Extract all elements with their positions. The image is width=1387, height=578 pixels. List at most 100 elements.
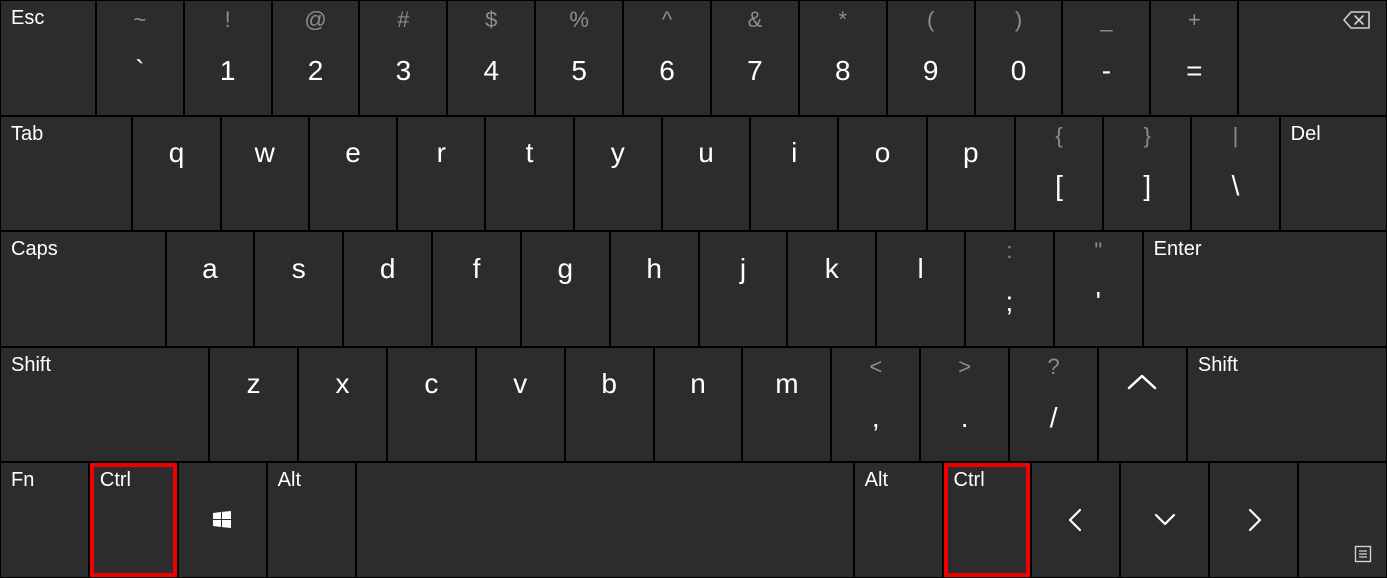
- key-v[interactable]: v: [477, 348, 564, 462]
- key-p[interactable]: p: [928, 117, 1014, 231]
- key-letter-label: g: [557, 253, 573, 285]
- key-3[interactable]: #3: [360, 1, 446, 115]
- key-upper-label: @: [304, 7, 326, 33]
- key-1[interactable]: !1: [185, 1, 271, 115]
- key-shift-left[interactable]: Shift: [1, 348, 208, 462]
- key-backspace[interactable]: [1239, 1, 1386, 115]
- key-f[interactable]: f: [433, 232, 520, 346]
- key-9[interactable]: (9: [888, 1, 974, 115]
- key-alt-left[interactable]: Alt: [268, 463, 355, 577]
- key-upper-label: !: [225, 7, 231, 33]
- key-4[interactable]: $4: [448, 1, 534, 115]
- key-backtick[interactable]: ~`: [97, 1, 183, 115]
- key-z[interactable]: z: [210, 348, 297, 462]
- up-arrow-icon: [1125, 371, 1159, 393]
- key-letter-label: w: [255, 137, 275, 169]
- key-space[interactable]: [357, 463, 853, 577]
- key-d[interactable]: d: [344, 232, 431, 346]
- key-ctrl-left[interactable]: Ctrl: [90, 463, 177, 577]
- key-bracket-close[interactable]: }]: [1104, 117, 1190, 231]
- key-upper-label: >: [958, 354, 971, 380]
- key-semicolon[interactable]: :;: [966, 232, 1053, 346]
- key-quote[interactable]: "': [1055, 232, 1142, 346]
- key-letter-label: d: [380, 253, 396, 285]
- key-m[interactable]: m: [743, 348, 830, 462]
- key-bracket-open[interactable]: {[: [1016, 117, 1102, 231]
- key-upper-label: _: [1100, 7, 1112, 33]
- key-label: Del: [1291, 123, 1321, 146]
- key-5[interactable]: %5: [536, 1, 622, 115]
- key-r[interactable]: r: [398, 117, 484, 231]
- on-screen-keyboard: Esc~`!1@2#3$4%5^6&7*8(9)0_-+=Tabqwertyui…: [0, 0, 1387, 578]
- key-label: Alt: [865, 469, 888, 492]
- key-lower-label: 5: [571, 55, 587, 87]
- key-slash[interactable]: ?/: [1010, 348, 1097, 462]
- key-lower-label: 6: [659, 55, 675, 87]
- key-upper-label: {: [1055, 123, 1062, 149]
- key-letter-label: x: [335, 368, 349, 400]
- key-c[interactable]: c: [388, 348, 475, 462]
- key-fn[interactable]: Fn: [1, 463, 88, 577]
- left-arrow-icon: [1063, 507, 1089, 533]
- key-lower-label: ]: [1143, 170, 1151, 202]
- key-o[interactable]: o: [839, 117, 925, 231]
- key-s[interactable]: s: [255, 232, 342, 346]
- key-j[interactable]: j: [700, 232, 787, 346]
- key-ctrl-right[interactable]: Ctrl: [944, 463, 1031, 577]
- key-y[interactable]: y: [575, 117, 661, 231]
- key-n[interactable]: n: [655, 348, 742, 462]
- key-enter[interactable]: Enter: [1144, 232, 1386, 346]
- key-menu[interactable]: [1299, 463, 1386, 577]
- key-esc[interactable]: Esc: [1, 1, 95, 115]
- key-alt-right[interactable]: Alt: [855, 463, 942, 577]
- key-upper-label: #: [397, 7, 409, 33]
- key-l[interactable]: l: [877, 232, 964, 346]
- key-lower-label: ;: [1006, 286, 1014, 318]
- keyboard-row: Fn Ctrl Alt Alt Ctrl: [0, 462, 1387, 578]
- key-label: Shift: [11, 354, 51, 377]
- key-8[interactable]: *8: [800, 1, 886, 115]
- key-7[interactable]: &7: [712, 1, 798, 115]
- key-i[interactable]: i: [751, 117, 837, 231]
- key-up[interactable]: [1099, 348, 1186, 462]
- key-period[interactable]: >.: [921, 348, 1008, 462]
- key-win[interactable]: [179, 463, 266, 577]
- key-shift-right[interactable]: Shift: [1188, 348, 1386, 462]
- key-backslash[interactable]: |\: [1192, 117, 1278, 231]
- key-lower-label: 8: [835, 55, 851, 87]
- key-label: Ctrl: [954, 469, 985, 492]
- key-u[interactable]: u: [663, 117, 749, 231]
- key-g[interactable]: g: [522, 232, 609, 346]
- key-equals[interactable]: +=: [1151, 1, 1237, 115]
- key-b[interactable]: b: [566, 348, 653, 462]
- key-tab[interactable]: Tab: [1, 117, 131, 231]
- key-x[interactable]: x: [299, 348, 386, 462]
- key-q[interactable]: q: [133, 117, 219, 231]
- key-letter-label: m: [775, 368, 798, 400]
- key-label: Caps: [11, 238, 58, 261]
- key-t[interactable]: t: [486, 117, 572, 231]
- key-a[interactable]: a: [167, 232, 254, 346]
- key-0[interactable]: )0: [976, 1, 1062, 115]
- key-down[interactable]: [1121, 463, 1208, 577]
- key-label: Alt: [278, 469, 301, 492]
- key-upper-label: ~: [133, 7, 146, 33]
- key-6[interactable]: ^6: [624, 1, 710, 115]
- key-lower-label: `: [135, 55, 144, 87]
- key-e[interactable]: e: [310, 117, 396, 231]
- key-right[interactable]: [1210, 463, 1297, 577]
- key-minus[interactable]: _-: [1063, 1, 1149, 115]
- key-upper-label: $: [485, 7, 497, 33]
- key-label: Fn: [11, 469, 34, 492]
- key-w[interactable]: w: [222, 117, 308, 231]
- key-del[interactable]: Del: [1281, 117, 1386, 231]
- key-h[interactable]: h: [611, 232, 698, 346]
- key-2[interactable]: @2: [273, 1, 359, 115]
- key-comma[interactable]: <,: [832, 348, 919, 462]
- key-k[interactable]: k: [788, 232, 875, 346]
- key-left[interactable]: [1032, 463, 1119, 577]
- key-lower-label: -: [1102, 55, 1111, 87]
- key-caps[interactable]: Caps: [1, 232, 165, 346]
- key-lower-label: =: [1186, 55, 1202, 87]
- key-letter-label: y: [611, 137, 625, 169]
